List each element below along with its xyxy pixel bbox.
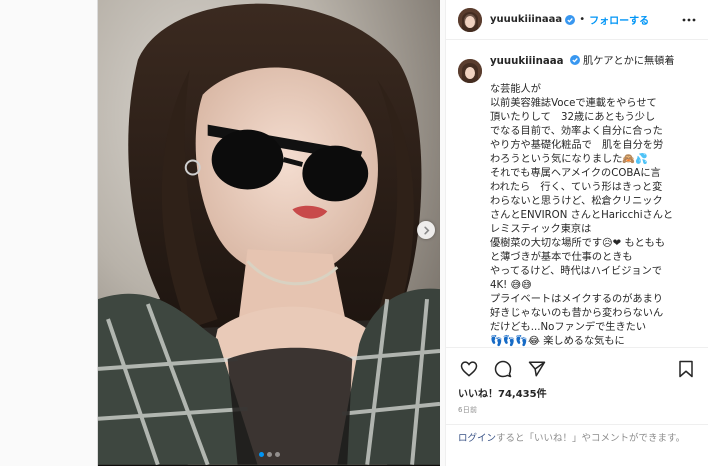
caption-line: レミスティック東京は xyxy=(490,224,592,235)
username-link[interactable]: yuuukiiinaaa xyxy=(490,14,562,25)
bookmark-icon xyxy=(679,360,693,377)
carousel-dot xyxy=(274,452,280,457)
next-photo-button[interactable] xyxy=(417,221,435,239)
heart-icon xyxy=(460,361,478,377)
share-icon xyxy=(528,361,546,376)
caption-line: 優樹菜の大切な場所です😥❤ もともも xyxy=(490,238,666,249)
caption-first-line: yuuukiiinaaa 肌ケアとかに無頓着 xyxy=(490,55,702,69)
caption-line: それでも専属ヘアメイクのCOBAに言 xyxy=(490,168,661,179)
comment-icon xyxy=(494,360,512,377)
caption-username[interactable]: yuuukiiinaaa xyxy=(490,56,564,67)
follow-button[interactable]: フォローする xyxy=(589,12,649,27)
chevron-right-icon xyxy=(423,226,429,234)
caption-line: プライベートはメイクするのがあまり xyxy=(490,294,663,305)
like-button[interactable] xyxy=(458,358,480,380)
caption-line: 以前美容雑誌Voceで連載をやらせて xyxy=(490,98,657,109)
post-photo[interactable] xyxy=(97,0,440,466)
post-header: yuuukiiinaaa • フォローする xyxy=(446,0,708,40)
separator-dot: • xyxy=(579,14,586,25)
action-bar xyxy=(446,347,708,389)
caption-body: yuuukiiinaaa 肌ケアとかに無頓着 xyxy=(490,55,702,83)
comment-button[interactable] xyxy=(492,358,514,380)
caption-line: 肌ケアとかに無頓着 xyxy=(583,56,675,67)
caption-line: 👣👣👣😂 楽しめるな気もに xyxy=(490,336,625,347)
carousel-dot-active xyxy=(258,452,264,457)
caption-line: と薄づきが基本で仕事のときも xyxy=(490,252,633,263)
share-button[interactable] xyxy=(526,358,548,380)
carousel-dots xyxy=(98,452,440,457)
caption-line: さんとENVIRON さんとHaricchiさんと xyxy=(490,210,674,221)
login-prompt: ログインすると「いいね！」やコメントができます。 xyxy=(446,424,708,466)
post-view: yuuukiiinaaa • フォローする yuuukiiinaaa 肌ケアとか… xyxy=(0,0,708,466)
save-button[interactable] xyxy=(675,358,697,380)
caption-line: わらないと思うけど、松倉クリニック xyxy=(490,196,663,207)
caption-line: 頂いたりして 32歳にあともう少し xyxy=(490,112,656,123)
caption-line: やり方や基礎化粧品で 肌を自分を労 xyxy=(490,140,664,151)
caption-section: yuuukiiinaaa 肌ケアとかに無頓着 な芸能人が以前美容雑誌Voceで連… xyxy=(458,55,706,347)
likes-count[interactable]: いいね！74,435件 xyxy=(458,385,547,400)
caption-line: だけども...Noファンデで生きたい xyxy=(490,322,647,333)
avatar-image xyxy=(458,59,482,83)
post-timestamp[interactable]: 6日前 xyxy=(458,405,477,415)
verified-badge-icon xyxy=(565,14,576,25)
photo-illustration xyxy=(98,0,440,465)
caption-line: われたら 行く、ていう形はきっと変 xyxy=(490,182,663,193)
caption-row: yuuukiiinaaa 肌ケアとかに無頓着 xyxy=(458,55,706,83)
post-sidebar: yuuukiiinaaa • フォローする yuuukiiinaaa 肌ケアとか… xyxy=(445,0,708,466)
caption-line: わろうという気になりました🙈💦 xyxy=(490,154,648,165)
carousel-dot xyxy=(266,452,272,457)
avatar[interactable] xyxy=(458,7,482,32)
caption-line: 4K! 😅😅 xyxy=(490,280,532,291)
login-prompt-text: すると「いいね！」やコメントができます。 xyxy=(496,433,686,444)
login-link[interactable]: ログイン xyxy=(458,433,496,444)
caption-text: な芸能人が以前美容雑誌Voceで連載をやらせて 頂いたりして 32歳にあともう少し… xyxy=(458,83,706,347)
avatar-image xyxy=(458,7,482,32)
caption-avatar[interactable] xyxy=(458,59,482,83)
verified-badge-icon xyxy=(569,55,580,65)
caption-line: やってるけど、時代はハイビジョンで xyxy=(490,266,662,277)
caption-line: な芸能人が xyxy=(490,84,541,95)
more-options-button[interactable] xyxy=(680,11,698,29)
more-horizontal-icon xyxy=(682,18,696,21)
caption-line: 好きじゃないのも昔から変わらないん xyxy=(490,308,664,319)
caption-line: でなる目前で、効率よく自分に合った xyxy=(490,126,663,137)
